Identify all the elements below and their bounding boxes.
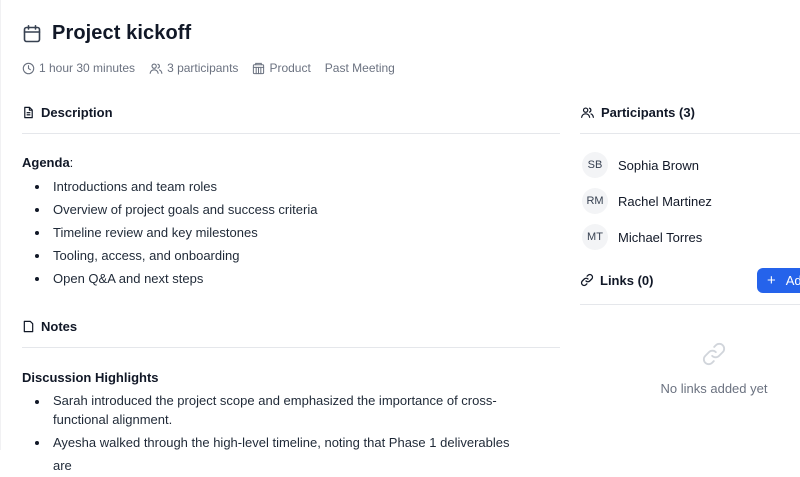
participant-row[interactable]: MT Michael Torres xyxy=(580,219,800,255)
participant-row[interactable]: SB Sophia Brown xyxy=(580,147,800,183)
department-meta: Product xyxy=(252,61,311,75)
links-section: Links (0) + Ad No links added yet xyxy=(580,268,800,396)
duration-meta: 1 hour 30 minutes xyxy=(22,61,135,75)
description-heading: Description xyxy=(41,104,113,120)
page-title: Project kickoff xyxy=(52,22,192,44)
department-text: Product xyxy=(269,61,311,75)
users-icon xyxy=(149,62,163,75)
link-icon xyxy=(701,341,727,367)
list-item: Overview of project goals and success cr… xyxy=(22,198,560,221)
participants-meta: 3 participants xyxy=(149,61,238,75)
avatar: MT xyxy=(582,224,608,250)
calendar-icon xyxy=(22,24,42,44)
document-icon xyxy=(22,106,35,119)
note-icon xyxy=(22,320,35,333)
status-text: Past Meeting xyxy=(324,61,395,75)
link-icon xyxy=(580,273,594,287)
links-divider xyxy=(580,304,800,305)
avatar: SB xyxy=(582,152,608,178)
users-icon xyxy=(580,106,595,119)
links-empty-state: No links added yet xyxy=(580,341,800,396)
participant-name: Rachel Martinez xyxy=(618,193,712,209)
agenda-label: Agenda: xyxy=(22,155,560,170)
window-edge xyxy=(0,0,1,450)
plus-icon: + xyxy=(767,272,776,289)
participants-count-text: 3 participants xyxy=(167,61,239,75)
participant-name: Michael Torres xyxy=(618,229,703,245)
list-item: Open Q&A and next steps xyxy=(22,267,560,290)
notes-heading: Notes xyxy=(41,318,78,334)
notes-list: Sarah introduced the project scope and e… xyxy=(22,390,527,477)
participants-heading: Participants (3) xyxy=(601,104,695,120)
status-badge: Past Meeting xyxy=(325,61,395,75)
description-header: Description xyxy=(22,100,560,124)
list-item: Introductions and team roles xyxy=(22,175,560,198)
participants-list: SB Sophia Brown RM Rachel Martinez MT Mi… xyxy=(580,147,800,255)
participant-row[interactable]: RM Rachel Martinez xyxy=(580,183,800,219)
notes-divider xyxy=(22,347,560,348)
links-heading: Links (0) xyxy=(600,272,654,288)
discussion-highlights-heading: Discussion Highlights xyxy=(22,370,159,385)
add-link-label: Ad xyxy=(785,273,800,288)
add-link-button[interactable]: + Ad xyxy=(757,268,800,293)
agenda-list: Introductions and team roles Overview of… xyxy=(22,175,560,290)
links-empty-text: No links added yet xyxy=(660,381,768,396)
description-divider xyxy=(22,133,560,134)
meeting-meta: 1 hour 30 minutes 3 participants Product… xyxy=(22,61,395,75)
clock-icon xyxy=(22,62,35,75)
sidebar: Participants (3) SB Sophia Brown RM Rach… xyxy=(580,100,800,396)
agenda-colon: : xyxy=(69,155,74,170)
participant-name: Sophia Brown xyxy=(618,157,699,173)
notes-header: Notes xyxy=(22,314,560,338)
list-item: Ayesha walked through the high-level tim… xyxy=(22,431,527,477)
meeting-header: Project kickoff xyxy=(22,22,191,45)
list-item: Timeline review and key milestones xyxy=(22,221,560,244)
building-icon xyxy=(252,62,265,75)
participants-header: Participants (3) xyxy=(580,100,800,124)
avatar: RM xyxy=(582,188,608,214)
list-item: Sarah introduced the project scope and e… xyxy=(22,390,527,429)
agenda-label-text: Agenda xyxy=(22,155,70,170)
list-item: Tooling, access, and onboarding xyxy=(22,244,560,267)
duration-text: 1 hour 30 minutes xyxy=(39,61,136,75)
main-content: Description Agenda: Introductions and te… xyxy=(22,100,560,477)
participants-divider xyxy=(580,133,800,134)
